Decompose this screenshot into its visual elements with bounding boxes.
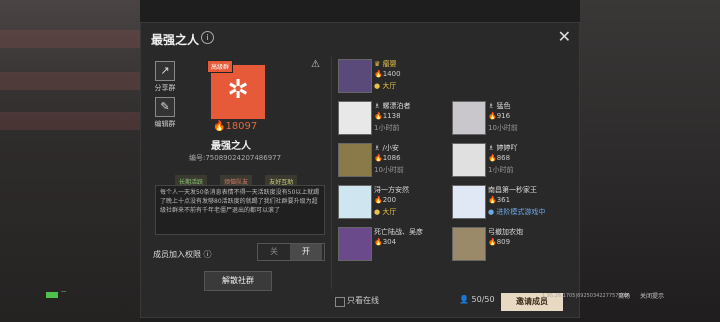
avatar xyxy=(338,227,372,261)
bg-stripe xyxy=(0,112,140,130)
member-status: ● 进阶模式游戏中 xyxy=(488,208,546,216)
group-level-badge: 高级群 xyxy=(207,60,234,73)
warning-icon[interactable]: ⚠ xyxy=(311,59,320,70)
member-power: 🔥916 xyxy=(488,112,511,120)
group-panel: 最强之人 i ✕ ↗ 分享群 ✎ 编辑群 高级群 ✲ ⚠ 🔥18097 最强之人… xyxy=(140,22,580,318)
group-id: 编号:75089024207486977 xyxy=(189,154,282,162)
join-permission-label: 成员加入权限 ⓘ xyxy=(153,250,212,259)
member-card[interactable]: ♗ 婷婷吖 🔥868 1小时前 xyxy=(452,141,564,181)
snowflake-icon: ✲ xyxy=(227,75,249,105)
member-card[interactable]: 南昌第一秒家王 🔥361 ● 进阶模式游戏中 xyxy=(452,183,564,223)
member-power: 🔥1086 xyxy=(374,154,401,162)
member-name: 死亡陆战、吴彦 xyxy=(374,228,423,236)
toggle-on[interactable]: 开 xyxy=(290,244,322,260)
online-only-label: 只看在线 xyxy=(347,296,379,305)
avatar xyxy=(452,185,486,219)
member-card[interactable]: 浔一方安然 🔥200 ● 大厅 xyxy=(338,183,450,223)
share-icon: ↗ xyxy=(155,61,175,81)
panel-title: 最强之人 xyxy=(151,33,200,47)
avatar xyxy=(452,143,486,177)
member-list[interactable]: ♛ 瘤婴 🔥1400 ● 大厅 ♗ 螺漂泊者 🔥1138 1小时前 ♗ 猛色 🔥… xyxy=(331,57,566,289)
member-name: 南昌第一秒家王 xyxy=(488,186,537,194)
member-name: ♗ 螺漂泊者 xyxy=(374,102,411,110)
permission-text: 成员加入权限 xyxy=(153,250,201,259)
member-power: 🔥1400 xyxy=(374,70,401,78)
member-name: ♛ 瘤婴 xyxy=(374,60,397,68)
member-status: 1小时前 xyxy=(488,166,514,174)
close-icon[interactable]: ✕ xyxy=(558,27,571,46)
background-right xyxy=(580,0,720,322)
member-card[interactable]: 弓撤加农炮 🔥809 xyxy=(452,225,564,265)
member-name: ♗ 婷婷吖 xyxy=(488,144,518,152)
member-card[interactable]: ♛ 瘤婴 🔥1400 ● 大厅 xyxy=(338,57,450,97)
avatar xyxy=(452,101,486,135)
group-score: 🔥18097 xyxy=(213,121,258,132)
member-footer: 只看在线 👤 50/50 邀请成员 xyxy=(331,293,569,313)
edit-group-button[interactable]: ✎ 编辑群 xyxy=(149,97,181,129)
member-name: 浔一方安然 xyxy=(374,186,409,194)
avatar xyxy=(338,185,372,219)
member-name: 弓撤加农炮 xyxy=(488,228,523,236)
member-power: 🔥200 xyxy=(374,196,397,204)
wifi-icon: ⌔ xyxy=(60,289,68,298)
disband-button[interactable]: 解散社群 xyxy=(204,271,272,291)
member-power: 🔥1138 xyxy=(374,112,401,120)
member-status: ● 大厅 xyxy=(374,82,397,90)
edit-label: 编辑群 xyxy=(154,120,176,128)
toggle-off[interactable]: 关 xyxy=(258,244,290,260)
avatar xyxy=(338,101,372,135)
battery-icon xyxy=(46,292,58,298)
group-name: 最强之人 xyxy=(211,141,251,152)
avatar xyxy=(338,59,372,93)
avatar xyxy=(338,143,372,177)
share-group-button[interactable]: ↗ 分享群 xyxy=(149,61,181,93)
pencil-icon: ✎ xyxy=(155,97,175,117)
member-name: ♗ /小安 xyxy=(374,144,399,152)
member-card[interactable]: ♗ 螺漂泊者 🔥1138 1小时前 xyxy=(338,99,450,139)
member-status: ● 大厅 xyxy=(374,208,397,216)
member-status: 10小时前 xyxy=(488,124,518,132)
member-status: 10小时前 xyxy=(374,166,404,174)
member-power: 🔥809 xyxy=(488,238,511,246)
member-power: 🔥868 xyxy=(488,154,511,162)
member-count: 👤 50/50 xyxy=(459,295,495,304)
member-card[interactable]: ♗ /小安 🔥1086 10小时前 xyxy=(338,141,450,181)
member-card[interactable]: ♗ 猛色 🔥916 10小时前 xyxy=(452,99,564,139)
online-only-checkbox[interactable] xyxy=(335,297,345,307)
member-card[interactable]: 死亡陆战、吴彦 🔥304 xyxy=(338,225,450,265)
member-power: 🔥304 xyxy=(374,238,397,246)
version-text: 1.95.26.1705|6925034227757609 xyxy=(542,293,628,299)
member-status: 1小时前 xyxy=(374,124,400,132)
bg-stripe xyxy=(0,72,140,90)
info-icon[interactable]: i xyxy=(201,31,214,44)
avatar xyxy=(452,227,486,261)
member-power: 🔥361 xyxy=(488,196,511,204)
share-label: 分享群 xyxy=(154,84,176,92)
bg-stripe xyxy=(0,30,140,48)
smooth-button[interactable]: 流畅 xyxy=(618,291,630,300)
join-permission-toggle[interactable]: 关开 xyxy=(257,243,325,261)
close-tip-button[interactable]: 关闭提示 xyxy=(640,291,664,300)
member-name: ♗ 猛色 xyxy=(488,102,511,110)
group-description[interactable]: 每个人一天发50条消息表情不得一天活跃度没有50以上就踢了晚上十点没有发够80活… xyxy=(155,185,325,235)
background-left xyxy=(0,0,140,322)
group-emblem: 高级群 ✲ xyxy=(207,60,267,121)
group-info: ↗ 分享群 ✎ 编辑群 高级群 ✲ ⚠ 🔥18097 最强之人 编号:75089… xyxy=(149,57,329,313)
score-value: 18097 xyxy=(225,121,258,132)
